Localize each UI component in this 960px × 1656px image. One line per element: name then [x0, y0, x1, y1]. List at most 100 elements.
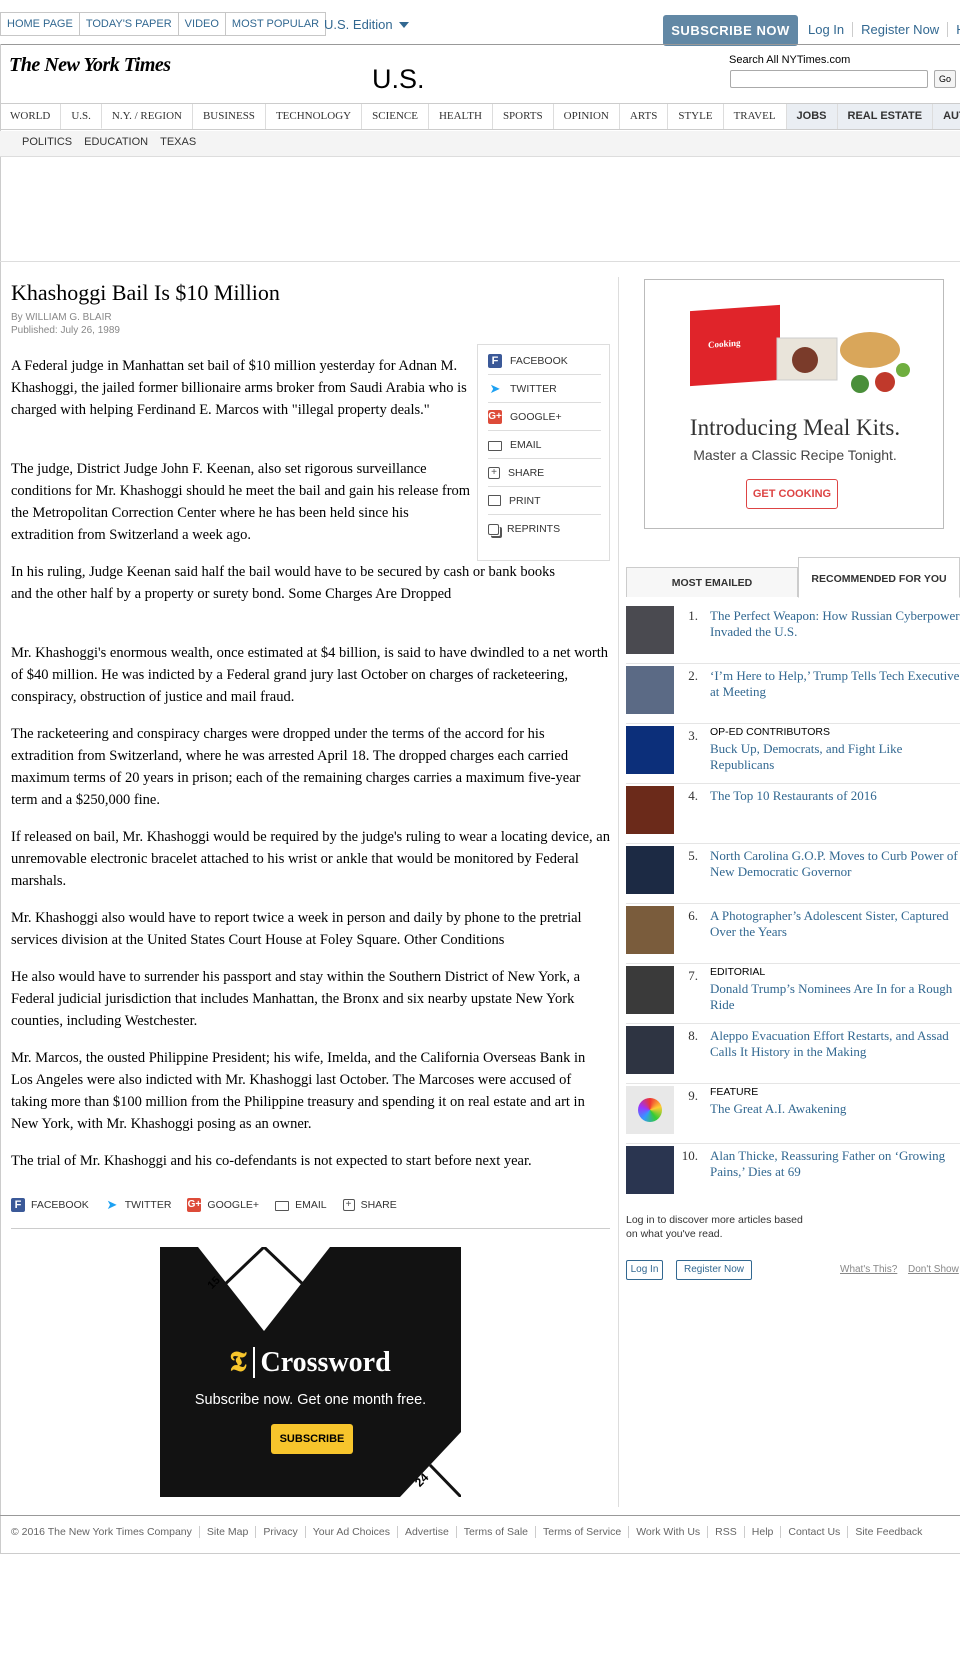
crossword-ad[interactable]: 15 24 𝕿 Crossword Subscribe now. Get one …	[160, 1247, 461, 1497]
search-label: Search All NYTimes.com	[729, 54, 851, 66]
subscribe-button[interactable]: SUBSCRIBE NOW	[663, 15, 798, 46]
article-link[interactable]: A Photographer’s Adolescent Sister, Capt…	[710, 908, 960, 939]
facebook-icon: f	[11, 1198, 25, 1212]
nav-real-estate[interactable]: Real Estate	[837, 104, 934, 129]
nav-autos[interactable]: Autos	[933, 104, 960, 129]
bottom-share-google[interactable]: g+ Google+	[187, 1198, 259, 1212]
nav-travel[interactable]: Travel	[724, 104, 787, 129]
subnav-education-label: Education	[84, 136, 149, 148]
share-reprints[interactable]: Reprints	[488, 515, 601, 543]
article-link[interactable]: Donald Trump’s Nominees Are In for a Rou…	[710, 981, 960, 1012]
meal-kit-ad[interactable]: Cooking Introducing Meal Kits. Master a …	[644, 279, 944, 529]
todays-paper-link[interactable]: Today's Paper	[80, 13, 179, 35]
list-item[interactable]: 1. The Perfect Weapon: How Russian Cyber…	[626, 604, 960, 664]
list-item[interactable]: 6. A Photographer’s Adolescent Sister, C…	[626, 904, 960, 964]
nav-jobs[interactable]: Jobs	[786, 104, 838, 129]
share-print[interactable]: Print	[488, 487, 601, 515]
list-item[interactable]: 10. Alan Thicke, Reassuring Father on ‘G…	[626, 1144, 960, 1204]
list-item[interactable]: 8. Aleppo Evacuation Effort Restarts, an…	[626, 1024, 960, 1084]
nav-business[interactable]: Business	[193, 104, 266, 129]
nav-sports[interactable]: Sports	[493, 104, 554, 129]
list-item[interactable]: 4. The Top 10 Restaurants of 2016	[626, 784, 960, 844]
share-twitter[interactable]: ➤ Twitter	[488, 375, 601, 403]
nav-style[interactable]: Style	[668, 104, 724, 129]
dont-show-link[interactable]: Don't Show	[908, 1264, 959, 1275]
facebook-icon: f	[488, 353, 502, 368]
nav-us[interactable]: U.S.	[61, 104, 102, 129]
article-thumbnail	[626, 966, 674, 1014]
footer-contact-us[interactable]: Contact Us	[780, 1526, 847, 1538]
bottom-share-facebook[interactable]: f Facebook	[11, 1198, 89, 1212]
video-link[interactable]: Video	[179, 13, 226, 35]
article-link[interactable]: The Great A.I. Awakening	[710, 1101, 960, 1117]
list-item[interactable]: 5. North Carolina G.O.P. Moves to Curb P…	[626, 844, 960, 904]
tab-most-emailed[interactable]: Most Emailed	[626, 567, 798, 597]
get-cooking-button[interactable]: GET COOKING	[746, 479, 838, 509]
search-input[interactable]	[730, 70, 928, 88]
footer-advertise[interactable]: Advertise	[397, 1526, 456, 1538]
nav-science[interactable]: Science	[362, 104, 429, 129]
rank-number: 1.	[688, 608, 698, 623]
article-thumbnail	[626, 846, 674, 894]
footer-terms-of-service[interactable]: Terms of Service	[535, 1526, 628, 1538]
share-share[interactable]: + Share	[488, 459, 601, 487]
rank-number: 8.	[688, 1028, 698, 1043]
home-page-link[interactable]: Home Page	[1, 13, 80, 35]
most-popular-link[interactable]: Most Popular	[226, 13, 325, 35]
byline-prefix: By	[11, 312, 26, 323]
bottom-share-google-label: Google+	[207, 1199, 260, 1211]
nyt-logo[interactable]: The New York Times	[9, 54, 171, 77]
nav-health[interactable]: Health	[429, 104, 493, 129]
byline: By WILLIAM G. BLAIR	[11, 312, 112, 323]
edition-selector[interactable]: U.S. Edition	[324, 17, 409, 32]
recommendations-register-button[interactable]: Register Now	[676, 1260, 752, 1280]
subnav-politics[interactable]: Politics	[16, 131, 78, 156]
subnav-texas[interactable]: Texas	[154, 131, 202, 156]
nav-world[interactable]: World	[0, 104, 62, 129]
help-link[interactable]: Help	[947, 22, 960, 37]
article-link[interactable]: The Top 10 Restaurants of 2016	[710, 788, 960, 804]
recommendations-login-button[interactable]: Log In	[626, 1260, 663, 1280]
nav-arts[interactable]: Arts	[620, 104, 669, 129]
footer-site-feedback[interactable]: Site Feedback	[847, 1526, 929, 1538]
author-link[interactable]: WILLIAM G. BLAIR	[25, 312, 111, 323]
tab-recommended[interactable]: Recommended for You	[798, 557, 960, 598]
whats-this-link[interactable]: What's This?	[840, 1264, 897, 1275]
bottom-share-email[interactable]: Email	[275, 1199, 327, 1211]
subnav-education[interactable]: Education	[78, 131, 154, 156]
footer-ad-choices[interactable]: Your Ad Choices	[304, 1526, 397, 1538]
article-link[interactable]: North Carolina G.O.P. Moves to Curb Powe…	[710, 848, 960, 879]
bottom-share-twitter[interactable]: ➤ Twitter	[105, 1198, 171, 1212]
login-link[interactable]: Log In	[802, 22, 852, 37]
footer-copyright[interactable]: © 2016 The New York Times Company	[11, 1526, 199, 1538]
meal-ad-subtitle: Master a Classic Recipe Tonight.	[693, 447, 897, 463]
article-paragraph: He also would have to surrender his pass…	[11, 969, 581, 1029]
list-item[interactable]: 3. Op-Ed Contributors Buck Up, Democrats…	[626, 724, 960, 784]
nav-opinion[interactable]: Opinion	[554, 104, 620, 129]
article-link[interactable]: The Perfect Weapon: How Russian Cyberpow…	[710, 608, 960, 639]
footer-work-with-us[interactable]: Work With Us	[628, 1526, 707, 1538]
bottom-share-share[interactable]: + Share	[342, 1199, 397, 1211]
footer-terms-of-sale[interactable]: Terms of Sale	[455, 1526, 535, 1538]
article-link[interactable]: Alan Thicke, Reassuring Father on ‘Growi…	[710, 1148, 960, 1179]
list-item[interactable]: 2. ‘I’m Here to Help,’ Trump Tells Tech …	[626, 664, 960, 724]
nav-ny-region[interactable]: N.Y. / Region	[102, 104, 193, 129]
share-google[interactable]: g+ Google+	[488, 403, 601, 431]
list-item[interactable]: 7. Editorial Donald Trump’s Nominees Are…	[626, 964, 960, 1024]
register-link[interactable]: Register Now	[852, 22, 947, 37]
section-title[interactable]: U.S.	[372, 64, 425, 95]
footer-rss[interactable]: RSS	[707, 1526, 744, 1538]
article-link[interactable]: ‘I’m Here to Help,’ Trump Tells Tech Exe…	[710, 668, 960, 699]
footer-privacy[interactable]: Privacy	[255, 1526, 304, 1538]
top-ad-space	[0, 157, 960, 262]
nav-technology[interactable]: Technology	[266, 104, 363, 129]
article-link[interactable]: Aleppo Evacuation Effort Restarts, and A…	[710, 1028, 960, 1059]
crossword-subscribe-button[interactable]: SUBSCRIBE	[271, 1424, 353, 1454]
search-go-button[interactable]: Go	[934, 70, 956, 88]
article-link[interactable]: Buck Up, Democrats, and Fight Like Repub…	[710, 741, 960, 772]
list-item[interactable]: 9. Feature The Great A.I. Awakening	[626, 1084, 960, 1144]
footer-help[interactable]: Help	[743, 1526, 781, 1538]
share-facebook[interactable]: f Facebook	[488, 347, 601, 375]
footer-site-map[interactable]: Site Map	[198, 1526, 255, 1538]
share-email[interactable]: Email	[488, 431, 601, 459]
